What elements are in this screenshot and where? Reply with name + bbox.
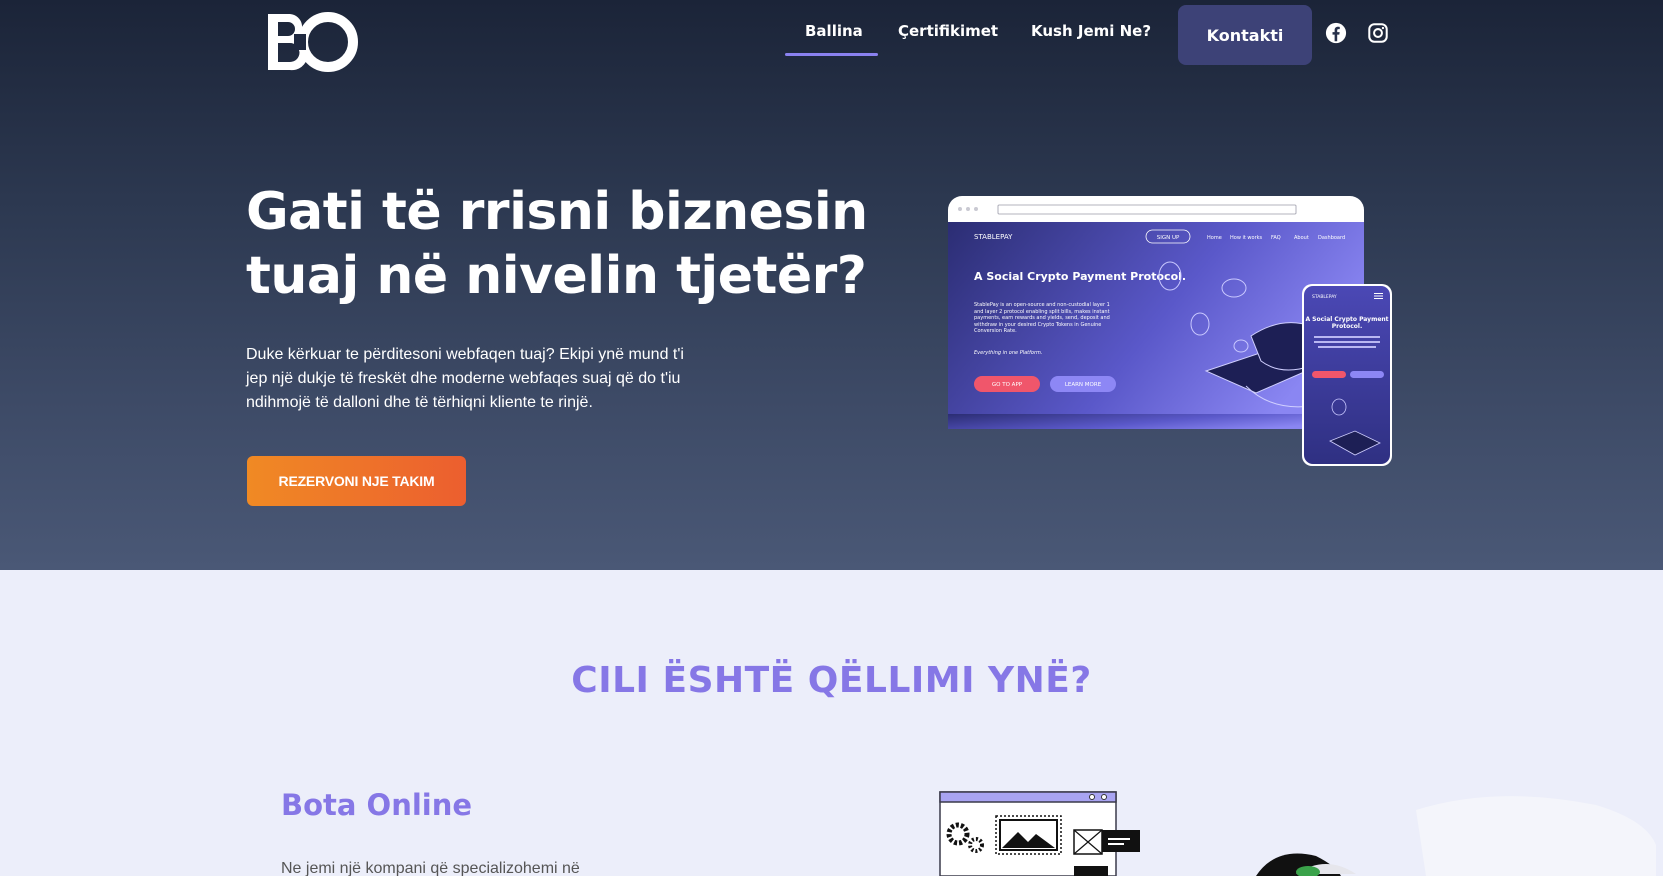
mockup-signup: SIGN UP bbox=[1157, 235, 1180, 241]
mockup-menu-how: How it works bbox=[1230, 235, 1263, 241]
book-appointment-button[interactable]: REZERVONI NJE TAKIM bbox=[247, 456, 466, 506]
subsection-title: Bota Online bbox=[281, 788, 473, 822]
facebook-icon[interactable] bbox=[1325, 22, 1347, 44]
svg-text:Protocol.: Protocol. bbox=[1332, 323, 1362, 330]
nav-link-kush-jemi-ne[interactable]: Kush Jemi Ne? bbox=[1031, 22, 1151, 40]
mockup-menu-dashboard: Dashboard bbox=[1318, 235, 1345, 241]
instagram-icon[interactable] bbox=[1367, 22, 1389, 44]
svg-text:A Social Crypto Payment: A Social Crypto Payment bbox=[1305, 316, 1388, 323]
mockup-headline: A Social Crypto Payment Protocol. bbox=[974, 270, 1186, 283]
mockup-menu-faq: FAQ bbox=[1271, 235, 1281, 241]
website-mockup-image: STABLEPAY SIGN UP Home How it works FAQ … bbox=[947, 196, 1392, 466]
mockup-learn-more: LEARN MORE bbox=[1065, 382, 1102, 388]
hero-title: Gati të rrisni biznesin tuaj në nivelin … bbox=[246, 182, 868, 306]
mockup-menu-home: Home bbox=[1207, 235, 1222, 241]
nav-link-certifikimet[interactable]: Çertifikimet bbox=[898, 22, 998, 40]
main-nav: Ballina Çertifikimet Kush Jemi Ne? Konta… bbox=[0, 0, 1663, 70]
mockup-menu-about: About bbox=[1294, 235, 1309, 241]
section-title: CILI ËSHTË QËLLIMI YNË? bbox=[571, 660, 1092, 701]
contact-button[interactable]: Kontakti bbox=[1178, 5, 1312, 65]
mockup-tagline: Everything in one Platform. bbox=[974, 350, 1042, 356]
nav-active-indicator bbox=[785, 53, 878, 56]
mockup-go-to-app: GO TO APP bbox=[992, 382, 1023, 388]
online-world-illustration bbox=[939, 791, 1656, 876]
nav-link-ballina[interactable]: Ballina bbox=[805, 22, 863, 40]
mockup-body: StablePay is an open-source and non-cust… bbox=[974, 302, 1110, 335]
hero-description: Duke kërkuar te përditesoni webfaqen tua… bbox=[246, 346, 684, 411]
subsection-text: Ne jemi një kompani që specializohemi në bbox=[281, 860, 580, 876]
svg-text:STABLEPAY: STABLEPAY bbox=[1312, 294, 1337, 300]
mockup-brand: STABLEPAY bbox=[974, 233, 1013, 241]
